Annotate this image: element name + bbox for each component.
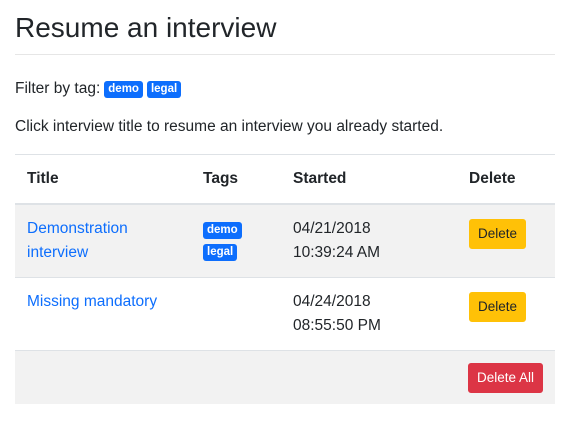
delete-all-button[interactable]: Delete All [467, 363, 543, 393]
started-cell: 04/21/2018 10:39:24 AM [281, 204, 457, 278]
interview-title-link[interactable]: Missing mandatory [27, 293, 157, 310]
column-header-tags: Tags [191, 154, 281, 205]
column-header-delete: Delete [457, 154, 555, 205]
table-footer-row: Delete All [15, 350, 555, 404]
started-cell: 04/24/2018 08:55:50 PM [281, 277, 457, 351]
delete-button[interactable]: Delete [469, 292, 527, 322]
row-tags [191, 277, 281, 351]
instructions-text: Click interview title to resume an inter… [15, 118, 444, 135]
page-container: Resume an interview Filter by tag: demo … [15, 0, 555, 404]
table-row: Missing mandatory 04/24/2018 08:55:50 PM… [15, 277, 555, 351]
tag-filter: Filter by tag: demo legal [15, 78, 555, 100]
started-date: 04/21/2018 [293, 220, 371, 237]
filter-tag-demo[interactable]: demo [104, 80, 143, 98]
page-title: Resume an interview [15, 0, 555, 55]
filter-tag-legal[interactable]: legal [146, 80, 182, 98]
started-time: 08:55:50 PM [293, 317, 381, 334]
row-tags: demo legal [191, 204, 281, 278]
started-time: 10:39:24 AM [293, 244, 381, 261]
filter-label: Filter by tag: [15, 80, 101, 97]
interview-title-link[interactable]: Demonstration interview [27, 220, 128, 261]
table-row: Demonstration interview demo legal 04/21… [15, 204, 555, 278]
row-tag-legal[interactable]: legal [203, 244, 238, 261]
row-tag-demo[interactable]: demo [203, 222, 242, 239]
column-header-started: Started [281, 154, 457, 205]
interviews-table: Title Tags Started Delete Demonstration … [15, 154, 555, 404]
delete-button[interactable]: Delete [469, 219, 527, 249]
started-date: 04/24/2018 [293, 293, 371, 310]
column-header-title: Title [15, 154, 191, 205]
table-header-row: Title Tags Started Delete [15, 154, 555, 205]
